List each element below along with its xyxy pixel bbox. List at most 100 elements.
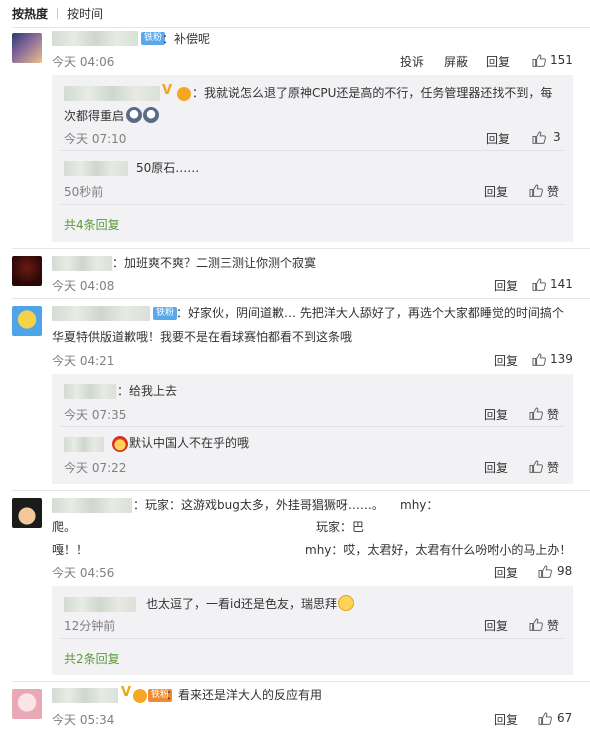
divider	[60, 426, 565, 427]
reply-button[interactable]: 回复	[494, 277, 518, 294]
username-blurred[interactable]	[52, 498, 132, 513]
avatar[interactable]	[12, 33, 42, 63]
divider	[12, 490, 590, 491]
thumbs-up-icon[interactable]	[532, 131, 546, 144]
username-blurred[interactable]	[64, 437, 104, 452]
block-button[interactable]: 屏蔽	[444, 53, 468, 70]
comment-text: ：补偿呢	[162, 32, 211, 46]
like-button[interactable]: 赞	[547, 183, 559, 200]
reply-time: 50秒前	[64, 185, 104, 199]
thumbs-up-icon[interactable]	[532, 353, 546, 366]
divider	[12, 681, 590, 682]
reply-button[interactable]: 回复	[486, 130, 510, 147]
reply-button[interactable]: 回复	[494, 711, 518, 728]
comment-text: 爬。	[52, 520, 77, 534]
tab-sort-by-time[interactable]: 按时间	[67, 5, 103, 22]
reply-button[interactable]: 回复	[484, 183, 508, 200]
divider	[60, 150, 565, 151]
thumbs-up-icon[interactable]	[529, 460, 543, 473]
like-count[interactable]: 139	[550, 352, 573, 366]
verified-icon: V	[162, 83, 173, 98]
thumbs-up-icon[interactable]	[529, 618, 543, 631]
comment-text: ：玩家：这游戏bug太多，外挂哥猖獗呀……。	[133, 498, 384, 512]
divider	[12, 248, 590, 249]
thumbs-up-icon[interactable]	[529, 407, 543, 420]
like-count[interactable]: 141	[550, 277, 573, 291]
username-blurred[interactable]	[64, 161, 128, 176]
fan-crown-icon	[133, 689, 147, 703]
comment-text: ：加班爽不爽？二测三测让你测个寂寞	[112, 256, 317, 270]
avatar[interactable]	[12, 689, 42, 719]
like-button[interactable]: 赞	[547, 617, 559, 634]
laughing-emoji-icon	[337, 595, 354, 611]
comment-text: 玩家：巴	[316, 520, 365, 534]
reply-button[interactable]: 回复	[494, 564, 518, 581]
thumbs-up-icon[interactable]	[538, 712, 552, 725]
husky-emoji-icon	[126, 107, 143, 123]
username-blurred[interactable]	[52, 688, 118, 703]
verified-icon: V	[121, 685, 132, 700]
reply-text: 50原石……	[136, 161, 200, 175]
comment-text: mhy：哎，太君好，太君有什么吩咐小的马上办！	[305, 543, 572, 557]
comment-time: 今天 04:56	[52, 566, 115, 580]
angry-emoji-icon	[112, 436, 128, 452]
username-blurred[interactable]	[52, 31, 138, 46]
divider	[60, 638, 565, 639]
report-button[interactable]: 投诉	[400, 53, 424, 70]
reply-text-fragment: 次都得重启	[64, 109, 125, 123]
fan-crown-icon	[177, 87, 191, 101]
reply-button[interactable]: 回复	[494, 352, 518, 369]
thumbs-up-icon[interactable]	[538, 565, 552, 578]
comment-time: 今天 04:06	[52, 55, 115, 69]
reply-button[interactable]: 回复	[484, 617, 508, 634]
comment-time: 今天 04:21	[52, 354, 115, 368]
comment-text: mhy：	[400, 498, 439, 512]
username-blurred[interactable]	[64, 86, 160, 101]
reply-text: 也太逗了，一看id还是色友，瑞思拜	[146, 592, 354, 616]
husky-emoji-icon	[143, 107, 160, 123]
divider	[60, 204, 565, 205]
username-blurred[interactable]	[64, 597, 136, 612]
comment-text: 嘎！！	[52, 543, 89, 557]
comment-text: ：好家伙，阴间道歉… 先把洋大人舔好了，再选个大家都睡觉的时间搞个	[176, 306, 564, 320]
like-count[interactable]: 98	[557, 564, 572, 578]
avatar[interactable]	[12, 498, 42, 528]
reply-time: 今天 07:35	[64, 408, 127, 422]
like-button[interactable]: 赞	[547, 406, 559, 423]
reply-time: 今天 07:10	[64, 132, 127, 146]
divider	[12, 27, 590, 28]
reply-text-line2: 次都得重启	[64, 104, 160, 128]
comment-time: 今天 04:08	[52, 279, 115, 293]
reply-button[interactable]: 回复	[484, 459, 508, 476]
view-more-replies-link[interactable]: 共2条回复	[64, 650, 120, 667]
reply-text: 默认中国人不在乎的哦	[129, 436, 250, 450]
reply-button[interactable]: 回复	[486, 53, 510, 70]
reply-button[interactable]: 回复	[484, 406, 508, 423]
thumbs-up-icon[interactable]	[532, 278, 546, 291]
reply-time: 今天 07:22	[64, 461, 127, 475]
reply-text: ：给我上去	[117, 384, 178, 398]
username-blurred[interactable]	[52, 306, 150, 321]
username-blurred[interactable]	[64, 384, 116, 399]
username-blurred[interactable]	[52, 256, 112, 271]
reply-text-fragment: 也太逗了，一看id还是色友，瑞思拜	[146, 597, 337, 611]
divider	[12, 298, 590, 299]
like-count[interactable]: 67	[557, 711, 572, 725]
iron-fan-badge: 铁粉	[153, 307, 178, 320]
like-count[interactable]: 151	[550, 53, 573, 67]
comment-text-line2: 华夏特供版道歉哦！我要不是在看球赛怕都看不到这条哦	[52, 330, 353, 344]
comment-time: 今天 05:34	[52, 713, 115, 727]
reply-time: 12分钟前	[64, 619, 116, 633]
tab-divider	[57, 7, 59, 19]
tab-sort-by-hot[interactable]: 按热度	[12, 5, 48, 22]
thumbs-up-icon[interactable]	[529, 184, 543, 197]
view-more-replies-link[interactable]: 共4条回复	[64, 216, 120, 233]
sort-tabs: 按热度 按时间	[12, 4, 103, 22]
thumbs-up-icon[interactable]	[532, 54, 546, 67]
like-count[interactable]: 3	[553, 130, 561, 144]
avatar[interactable]	[12, 256, 42, 286]
avatar[interactable]	[12, 306, 42, 336]
like-button[interactable]: 赞	[547, 459, 559, 476]
comment-text: ：看来还是洋大人的反应有用	[166, 688, 323, 702]
reply-text: ：我就说怎么退了原神CPU还是高的不行，任务管理器还找不到，每	[192, 86, 553, 100]
